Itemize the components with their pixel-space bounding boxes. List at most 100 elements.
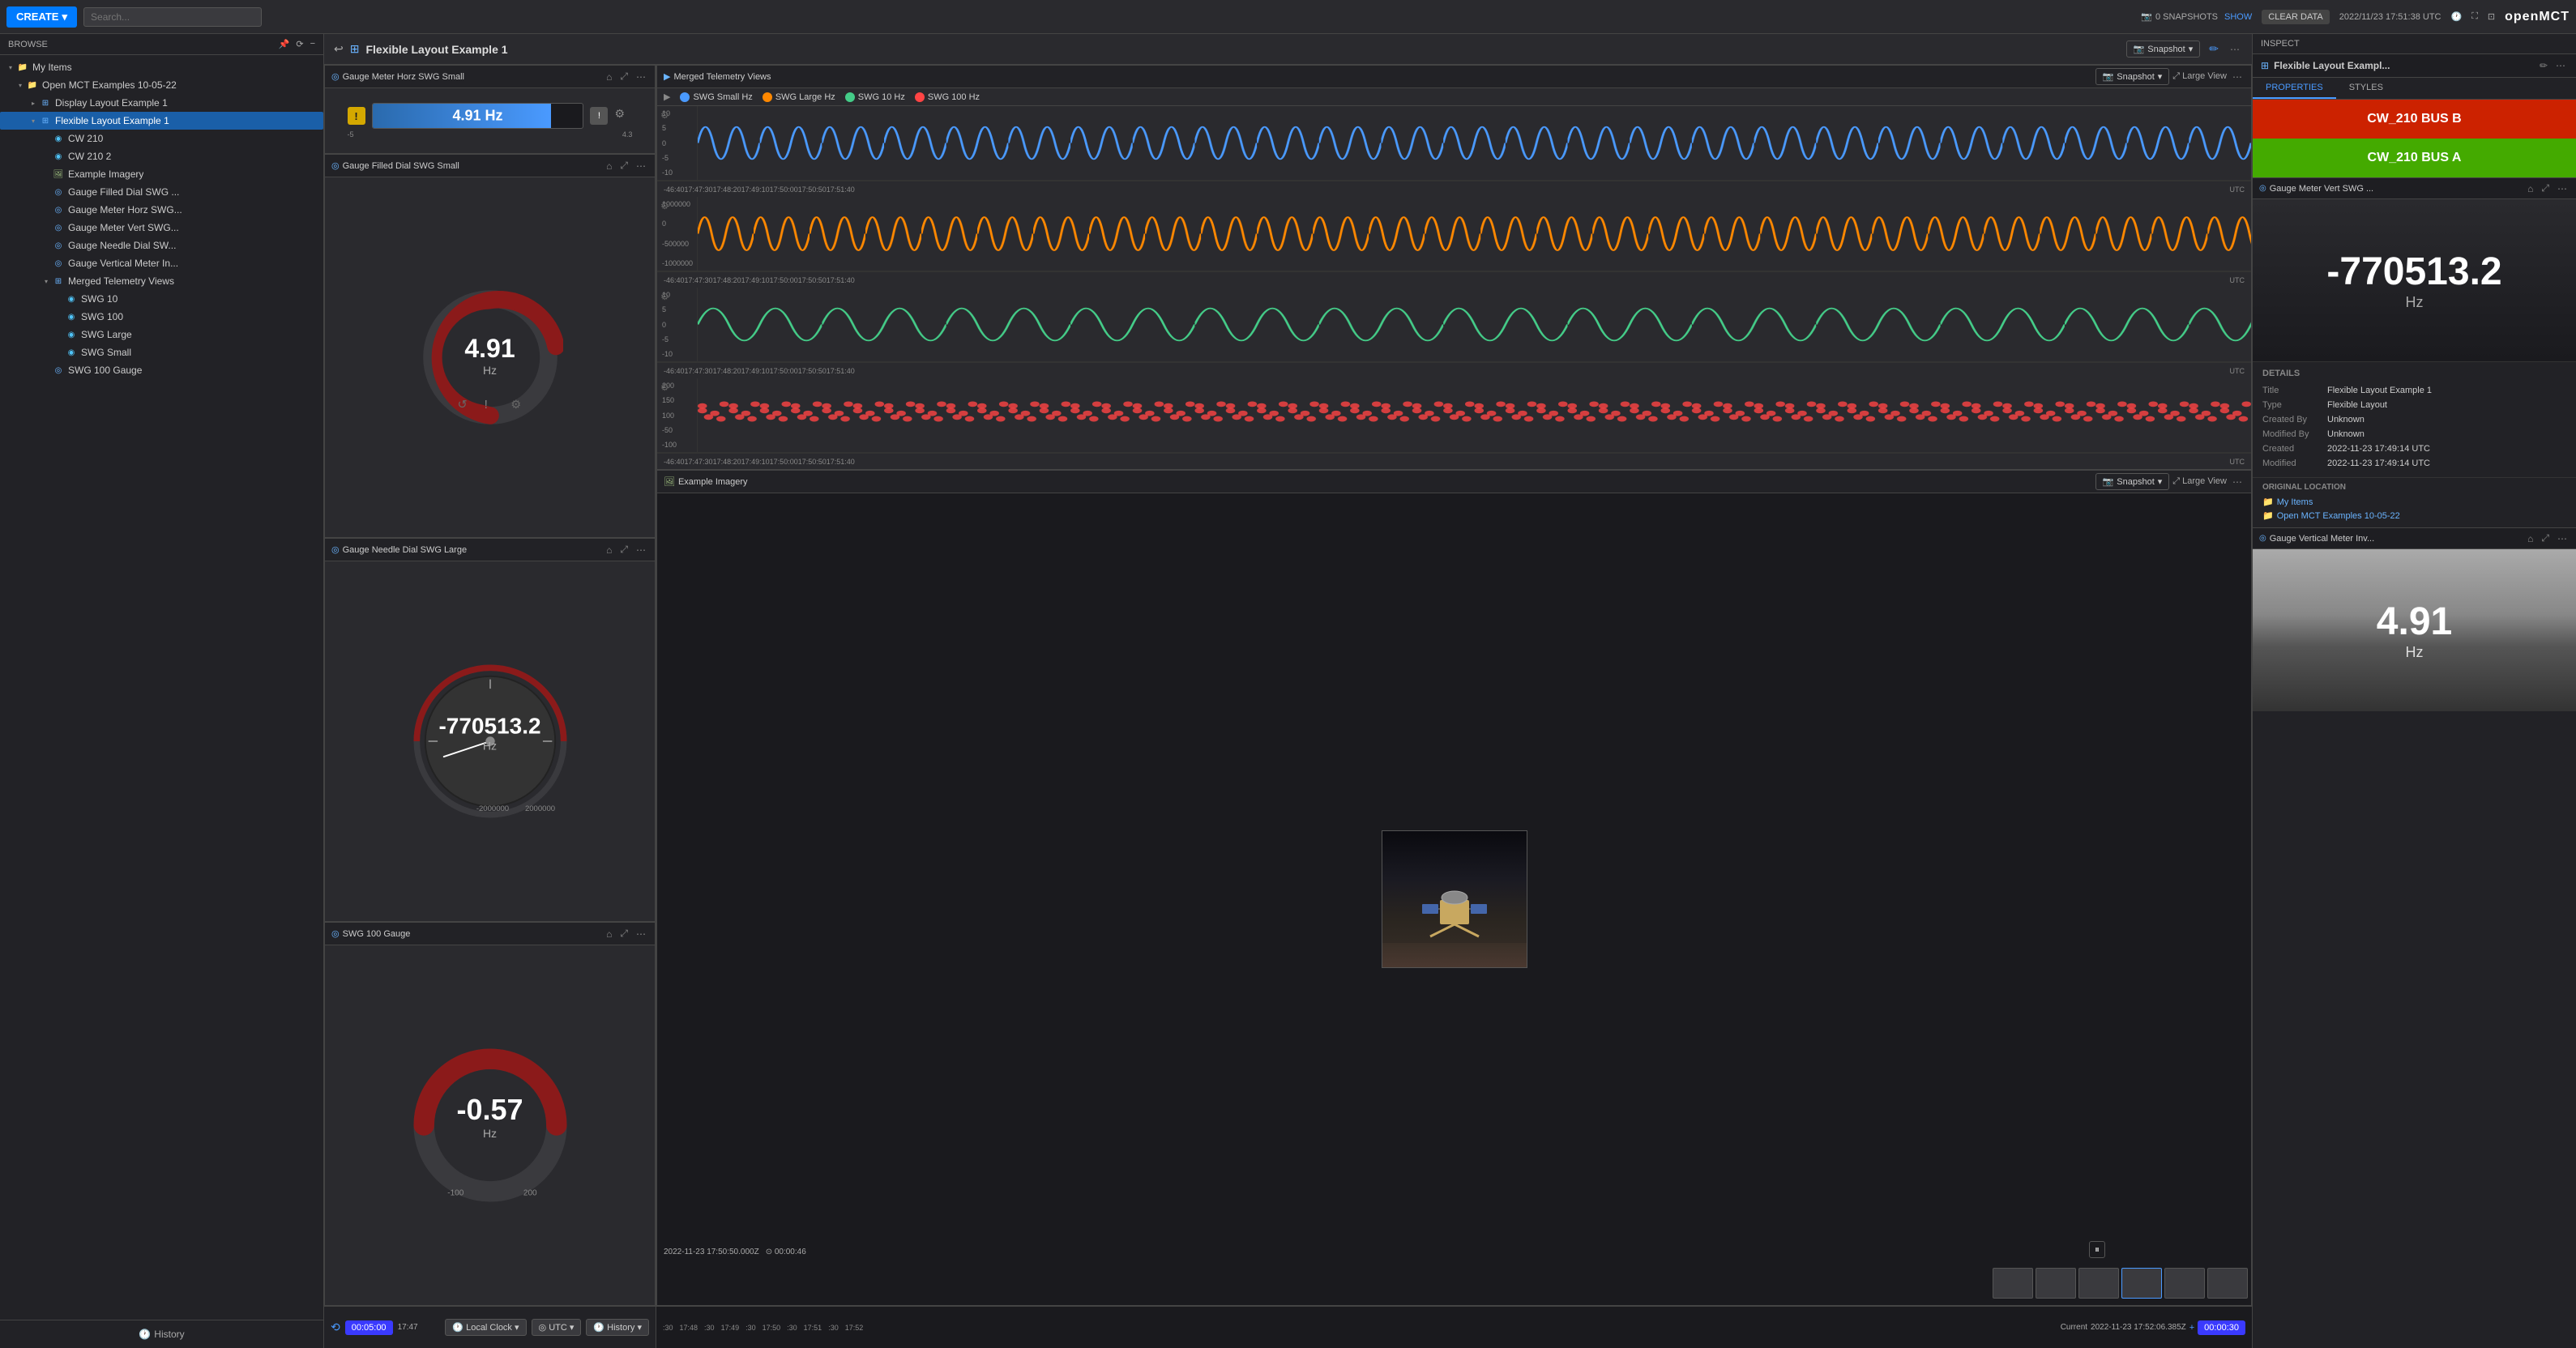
- duration-button[interactable]: 00:05:00: [345, 1320, 393, 1335]
- location-item-my-items[interactable]: 📁 My Items: [2262, 495, 2566, 509]
- panel-actions: ⌂ ⤢ ⋯: [604, 159, 648, 173]
- edit-button[interactable]: ✏: [2206, 41, 2221, 57]
- play-pause-button[interactable]: ⏸: [2089, 1241, 2105, 1258]
- more-button[interactable]: ⋯: [634, 543, 648, 557]
- expand-button[interactable]: ⤢: [617, 543, 630, 557]
- more-button[interactable]: ⋯: [2230, 473, 2245, 490]
- swg100-value: -0.57: [456, 1093, 523, 1127]
- tab-properties[interactable]: PROPERTIES: [2253, 78, 2336, 99]
- sidebar-item-swg100[interactable]: ▸ ◉ SWG 100: [0, 308, 323, 326]
- sidebar-item-open-mct[interactable]: ▾ 📁 Open MCT Examples 10-05-22: [0, 76, 323, 94]
- back-icon[interactable]: ↩: [334, 42, 344, 56]
- sidebar-item-flexible-layout[interactable]: ▾ ⊞ Flexible Layout Example 1: [0, 112, 323, 130]
- history-button[interactable]: 🕐 History ▾: [586, 1319, 649, 1336]
- legend-dot-green: [845, 92, 855, 102]
- more-button[interactable]: ⋯: [634, 159, 648, 173]
- inspect-edit-button[interactable]: ✏: [2537, 59, 2550, 72]
- mini-home-button[interactable]: ⌂: [2525, 531, 2535, 545]
- alert-indicator: !: [348, 107, 365, 125]
- more-button[interactable]: ⋯: [634, 70, 648, 83]
- bus-b-indicator[interactable]: CW_210 BUS B: [2253, 100, 2576, 139]
- play-icon[interactable]: ▶: [664, 92, 670, 102]
- snapshots-count[interactable]: 📷 0 SNAPSHOTS SHOW: [2141, 11, 2252, 22]
- mini-more-button[interactable]: ⋯: [2555, 531, 2570, 545]
- home-button[interactable]: ⌂: [604, 927, 614, 941]
- sidebar-collapse-icon[interactable]: −: [310, 39, 315, 49]
- sidebar-item-label: Open MCT Examples 10-05-22: [42, 79, 177, 91]
- sidebar-item-swg10[interactable]: ▸ ◉ SWG 10: [0, 290, 323, 308]
- more-button[interactable]: ⋯: [2228, 43, 2242, 56]
- sidebar-item-gauge-vertical[interactable]: ▸ ◎ Gauge Vertical Meter In...: [0, 254, 323, 272]
- expand-button[interactable]: ⤢: [617, 159, 630, 173]
- home-button[interactable]: ⌂: [604, 70, 614, 83]
- rewind-icon[interactable]: ⟲: [331, 1320, 340, 1334]
- utc-icon: ◎: [539, 1323, 547, 1333]
- sidebar-item-gauge-filled[interactable]: ▸ ◎ Gauge Filled Dial SWG ...: [0, 183, 323, 201]
- sidebar-item-cw210[interactable]: ▸ ◉ CW 210: [0, 130, 323, 147]
- create-button[interactable]: CREATE ▾: [6, 6, 77, 28]
- more-button[interactable]: ⋯: [2230, 68, 2245, 85]
- mini-more-button[interactable]: ⋯: [2555, 181, 2570, 195]
- sidebar-item-display-layout[interactable]: ▸ ⊞ Display Layout Example 1: [0, 94, 323, 112]
- sidebar-item-gauge-vert[interactable]: ▸ ◎ Gauge Meter Vert SWG...: [0, 219, 323, 237]
- thumbnail-6[interactable]: [2207, 1268, 2248, 1299]
- gauge-horz-content: ! 4.91 Hz ! ⚙ -5 4.: [325, 88, 655, 153]
- location-item-open-mct[interactable]: 📁 Open MCT Examples 10-05-22: [2262, 509, 2566, 523]
- thumbnail-5[interactable]: [2164, 1268, 2205, 1299]
- mini-expand-button[interactable]: ⤢: [2539, 531, 2552, 545]
- expand-button[interactable]: ⤢: [617, 927, 630, 941]
- settings-icon[interactable]: ⚙: [660, 382, 669, 393]
- gauge-unit: Hz: [464, 364, 515, 377]
- chart-canvas-4: [698, 378, 2251, 452]
- more-button[interactable]: ⋯: [634, 927, 648, 941]
- settings-icon[interactable]: ⚙: [660, 109, 669, 121]
- inspect-panel-title-bar: ⊞ Flexible Layout Exampl... ✏ ⋯: [2253, 54, 2576, 78]
- inspect-more-button[interactable]: ⋯: [2553, 59, 2568, 72]
- sidebar-item-swg-small[interactable]: ▸ ◉ SWG Small: [0, 343, 323, 361]
- sidebar-item-example-imagery[interactable]: ▸ 🖼 Example Imagery: [0, 165, 323, 183]
- sidebar-item-my-items[interactable]: ▾ 📁 My Items: [0, 58, 323, 76]
- home-button[interactable]: ⌂: [604, 543, 614, 557]
- sidebar-item-swg100-gauge[interactable]: ▸ ◎ SWG 100 Gauge: [0, 361, 323, 379]
- gauge-horz-bar: 4.91 Hz: [372, 103, 584, 129]
- tab-styles[interactable]: STYLES: [2336, 78, 2396, 99]
- bus-a-indicator[interactable]: CW_210 BUS A: [2253, 139, 2576, 177]
- fullscreen-icon[interactable]: ⊡: [2488, 11, 2495, 22]
- chevron-down-icon: ▾: [16, 81, 24, 89]
- detail-row-modified-by: Modified By Unknown: [2262, 427, 2566, 442]
- panel-title: Merged Telemetry Views: [673, 72, 2091, 82]
- utc-button[interactable]: ◎ UTC ▾: [532, 1319, 582, 1336]
- sidebar-item-label: SWG Large: [81, 329, 132, 340]
- thumbnail-2[interactable]: [2036, 1268, 2076, 1299]
- thumbnail-1[interactable]: [1993, 1268, 2033, 1299]
- sidebar-item-merged-telemetry[interactable]: ▾ ⊞ Merged Telemetry Views: [0, 272, 323, 290]
- settings-icon[interactable]: ⚙: [660, 200, 669, 211]
- large-view-button[interactable]: ⤢ Large View: [2172, 473, 2227, 490]
- settings-icon[interactable]: ⚙: [660, 291, 669, 302]
- search-input[interactable]: [83, 7, 262, 27]
- sidebar-item-gauge-needle[interactable]: ▸ ◎ Gauge Needle Dial SW...: [0, 237, 323, 254]
- snapshot-button[interactable]: 📷 Snapshot ▾: [2126, 41, 2201, 58]
- snapshot-button[interactable]: 📷 Snapshot ▾: [2095, 68, 2170, 85]
- sidebar-item-cw2102[interactable]: ▸ ◉ CW 210 2: [0, 147, 323, 165]
- timestamp: 2022/11/23 17:51:38 UTC: [2339, 12, 2441, 22]
- sidebar-item-gauge-horz[interactable]: ▸ ◎ Gauge Meter Horz SWG...: [0, 201, 323, 219]
- duration-display[interactable]: 00:00:30: [2198, 1320, 2245, 1335]
- large-view-button[interactable]: ⤢ Large View: [2172, 68, 2227, 85]
- mini-expand-button[interactable]: ⤢: [2539, 181, 2552, 195]
- home-button[interactable]: ⌂: [604, 159, 614, 173]
- sidebar-item-swg-large[interactable]: ▸ ◉ SWG Large: [0, 326, 323, 343]
- chevron-down-icon: ▾: [6, 63, 15, 71]
- thumbnail-3[interactable]: [2078, 1268, 2119, 1299]
- sidebar-pin-icon[interactable]: 📌: [279, 39, 290, 49]
- thumbnail-4[interactable]: [2121, 1268, 2162, 1299]
- history-tab[interactable]: 🕐 History: [0, 1325, 323, 1343]
- details-label: DETAILS: [2262, 369, 2566, 378]
- telemetry-icon: ◉: [66, 329, 77, 340]
- local-clock-button[interactable]: 🕐 Local Clock ▾: [445, 1319, 526, 1336]
- clear-data-button[interactable]: CLEAR DATA: [2262, 10, 2329, 24]
- expand-button[interactable]: ⤢: [617, 70, 630, 83]
- snapshot-button[interactable]: 📷 Snapshot ▾: [2095, 473, 2170, 490]
- mini-home-button[interactable]: ⌂: [2525, 181, 2535, 195]
- sidebar-sync-icon[interactable]: ⟳: [296, 39, 303, 49]
